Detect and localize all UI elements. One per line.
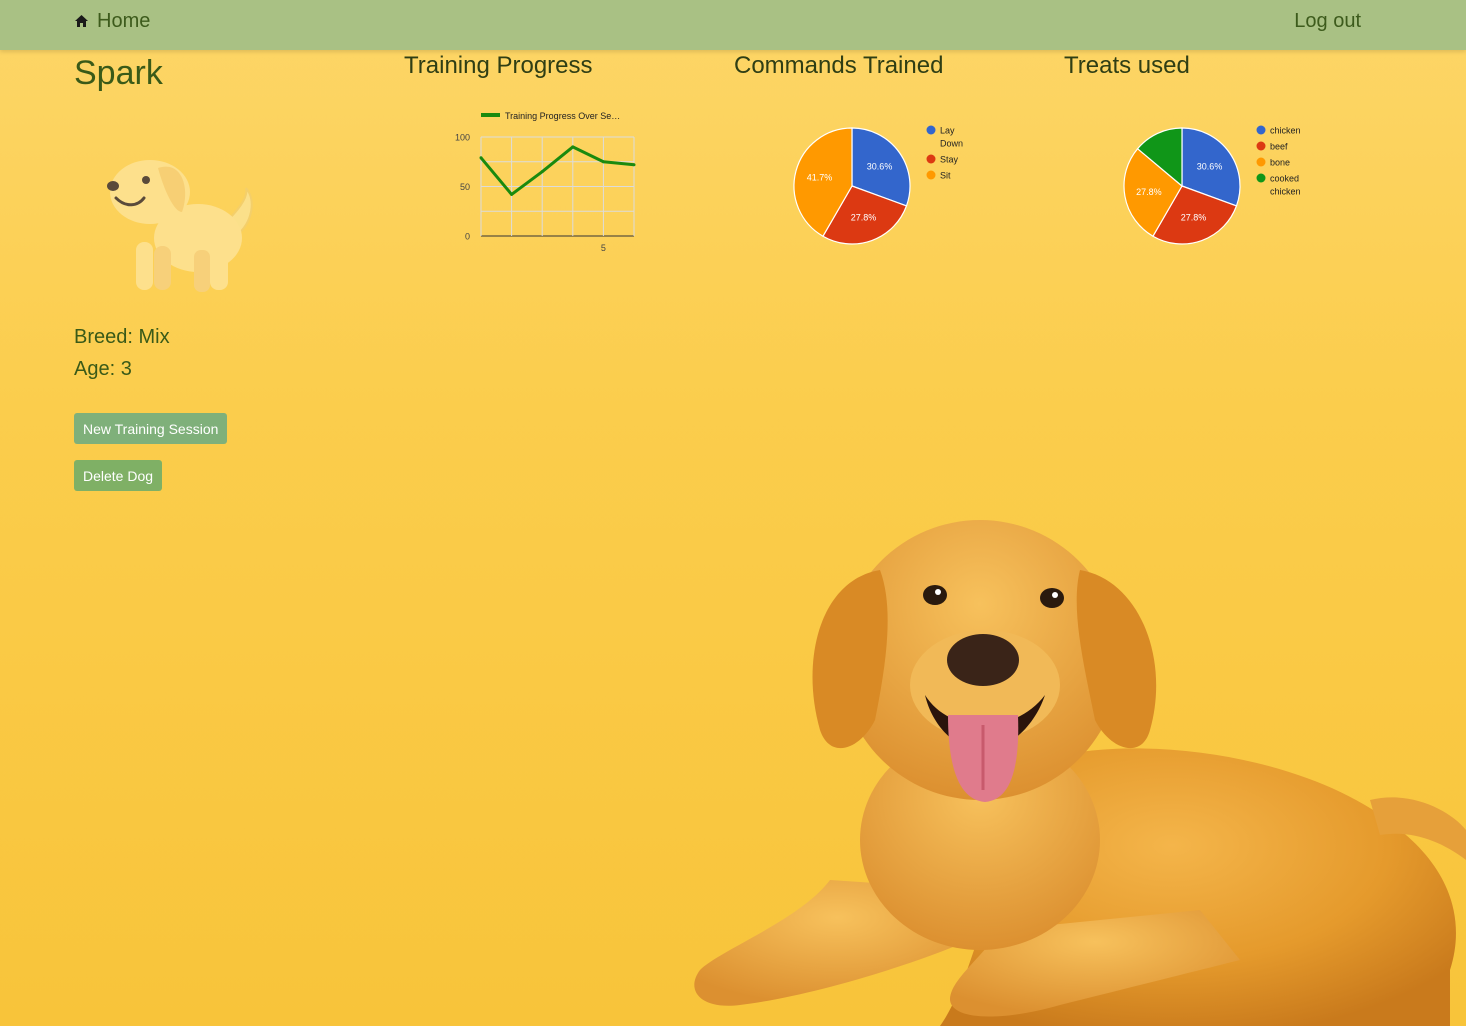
legend-label: Sit xyxy=(940,171,951,181)
data-point xyxy=(571,145,575,149)
x-tick-label: 5 xyxy=(601,243,606,253)
y-tick-label: 100 xyxy=(455,133,470,143)
legend-label: chicken xyxy=(1270,187,1301,197)
legend-label: bone xyxy=(1270,158,1290,168)
legend-swatch xyxy=(1256,157,1266,167)
y-tick-label: 50 xyxy=(460,182,470,192)
legend-swatch xyxy=(1256,141,1266,151)
data-point xyxy=(601,160,605,164)
new-training-session-button[interactable]: New Training Session xyxy=(74,413,228,444)
home-link-label: Home xyxy=(97,9,151,32)
slice-percent-label: 30.6% xyxy=(867,162,893,172)
home-icon xyxy=(74,14,89,28)
slice-percent-label: 27.8% xyxy=(1181,213,1207,223)
training-progress-chart: 0 50 100 5 Training Progress Over Se… xyxy=(440,104,650,265)
legend-label: Down xyxy=(940,139,963,149)
series-line xyxy=(479,145,635,196)
data-point xyxy=(632,163,636,167)
legend-label: chicken xyxy=(1270,126,1301,136)
legend-label: Training Progress Over Se… xyxy=(505,111,620,121)
legend-swatch xyxy=(926,154,936,164)
legend-label: cooked xyxy=(1270,174,1299,184)
slice-percent-label: 30.6% xyxy=(1197,162,1223,172)
data-point xyxy=(479,156,483,160)
legend-label: Stay xyxy=(940,155,959,165)
breed-label: Breed: Mix xyxy=(74,326,170,348)
slice-percent-label: 27.8% xyxy=(1136,187,1162,197)
treats-used-chart: 30.6% 27.8% 27.8% chicken beef bone cooked chic… xyxy=(1110,118,1320,263)
golden-retriever-photo xyxy=(680,500,1466,1026)
data-point xyxy=(540,170,544,174)
home-link[interactable]: Home xyxy=(74,8,150,34)
top-navbar: Home Log out xyxy=(0,0,1466,50)
legend-label: beef xyxy=(1270,142,1288,152)
legend-swatch xyxy=(1256,173,1266,183)
commands-trained-title: Commands Trained xyxy=(734,52,944,79)
legend-swatch xyxy=(926,170,936,180)
slice-percent-label: 41.7% xyxy=(807,172,833,182)
slice-percent-label: 27.8% xyxy=(851,213,877,223)
age-label: Age: 3 xyxy=(74,358,132,380)
logout-link[interactable]: Log out xyxy=(1294,8,1361,34)
training-progress-title: Training Progress xyxy=(404,52,593,79)
legend-swatch xyxy=(926,125,936,135)
legend-swatch xyxy=(481,113,500,117)
legend-swatch xyxy=(1256,125,1266,135)
y-tick-label: 0 xyxy=(465,232,470,242)
data-point xyxy=(510,192,514,196)
legend-label: Lay xyxy=(940,126,955,136)
dog-name-heading: Spark xyxy=(74,54,163,92)
treats-used-title: Treats used xyxy=(1064,52,1190,79)
delete-dog-button[interactable]: Delete Dog xyxy=(74,460,163,491)
commands-trained-chart: 30.6% 27.8% 41.7% Lay Down Stay Sit xyxy=(780,118,980,263)
dog-avatar-icon xyxy=(98,150,258,305)
